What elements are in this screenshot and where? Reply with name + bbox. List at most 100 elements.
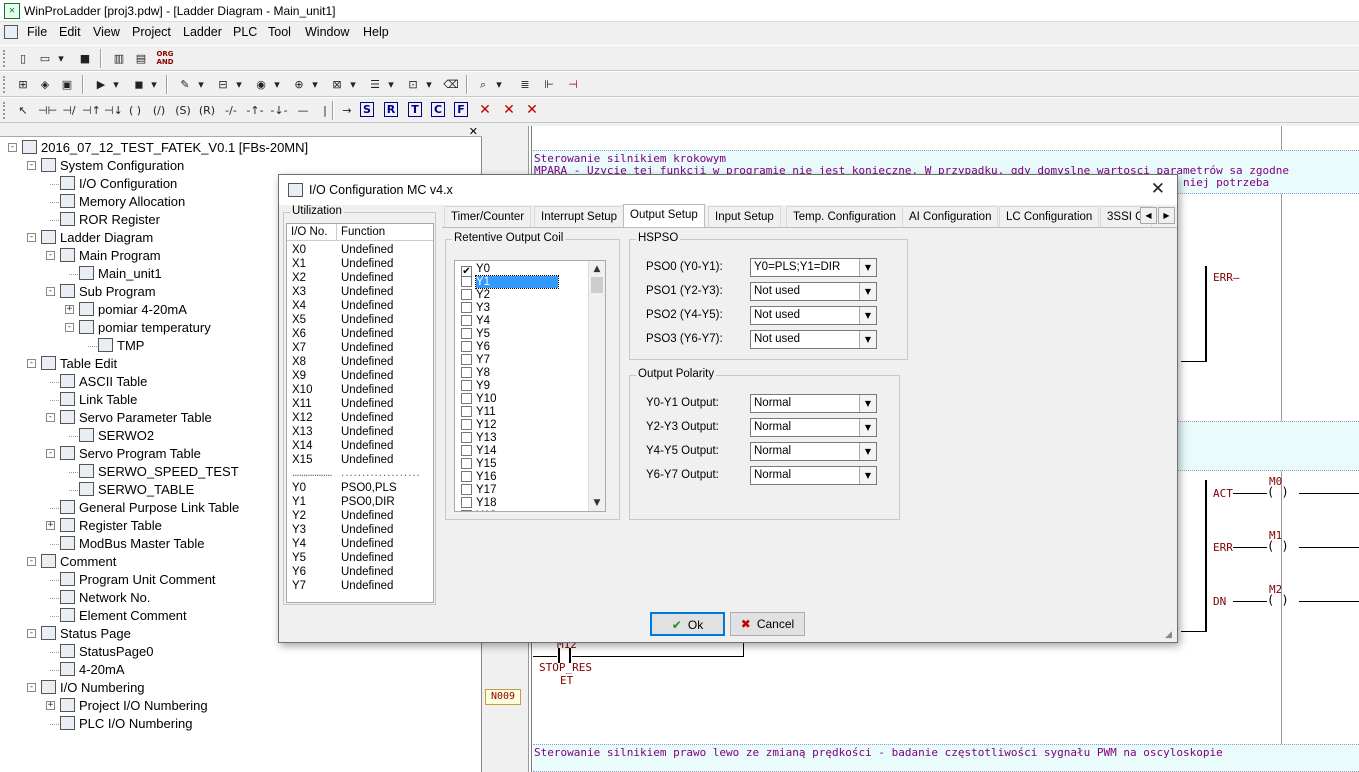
search-icon[interactable]: ⊕ bbox=[290, 76, 308, 93]
servo-tool-icon[interactable]: ◉ bbox=[252, 76, 270, 93]
coil-checkbox-item[interactable]: Y17 bbox=[461, 484, 496, 497]
column-header-function[interactable]: Function bbox=[337, 224, 433, 241]
new-file-icon[interactable]: ▯ bbox=[14, 50, 32, 67]
network-icon[interactable]: ⊩ bbox=[540, 76, 558, 93]
tree-node[interactable]: General Purpose Link Table bbox=[60, 499, 239, 517]
table-row[interactable]: Y6 Undefined bbox=[287, 565, 433, 579]
tree-node[interactable]: I/O Configuration bbox=[60, 175, 177, 193]
menu-tool[interactable]: Tool bbox=[268, 25, 291, 39]
tree-expander-icon[interactable]: - bbox=[46, 413, 55, 422]
tree-expander-icon[interactable]: - bbox=[27, 161, 36, 170]
negative-edge-icon[interactable]: -↓- bbox=[270, 102, 288, 119]
coil-checkbox-item[interactable]: Y5 bbox=[461, 328, 490, 341]
tree-node[interactable]: ROR Register bbox=[60, 211, 160, 229]
chevron-down-icon[interactable]: ▼ bbox=[859, 259, 876, 276]
tree-expander-icon[interactable]: - bbox=[65, 323, 74, 332]
tab-ai-configuration[interactable]: AI Configuration bbox=[902, 206, 999, 227]
ladder-help-icon[interactable]: ⊣ bbox=[564, 76, 582, 93]
tree-node[interactable]: Link Table bbox=[60, 391, 137, 409]
scroll-down-icon[interactable]: ▼ bbox=[589, 495, 605, 511]
tree-node[interactable]: Project I/O Numbering bbox=[60, 697, 208, 715]
contact-no-icon[interactable]: ⊣⊢ bbox=[38, 102, 57, 119]
table-row[interactable]: Y1 PSO0,DIR bbox=[287, 495, 433, 509]
coil-not-icon[interactable]: (/) bbox=[150, 102, 168, 119]
toolbar-grip[interactable] bbox=[3, 50, 6, 67]
tree-node[interactable]: 4-20mA bbox=[60, 661, 125, 679]
chevron-down-icon[interactable]: ▼ bbox=[859, 419, 876, 436]
print-icon[interactable]: ▣ bbox=[58, 76, 76, 93]
coil-checkbox-item[interactable]: Y1 bbox=[461, 275, 560, 289]
tab-output-setup[interactable]: Output Setup bbox=[623, 204, 705, 228]
c-block-icon[interactable]: C bbox=[431, 102, 445, 117]
r-block-icon[interactable]: R bbox=[384, 102, 398, 117]
tree-node[interactable]: TMP bbox=[98, 337, 144, 355]
coil-checkbox-item[interactable]: Y18 bbox=[461, 497, 496, 510]
checkbox[interactable] bbox=[461, 406, 472, 417]
tab-timer-counter[interactable]: Timer/Counter bbox=[444, 206, 532, 227]
page-view-icon[interactable]: ▤ bbox=[132, 50, 150, 67]
tree-expander-icon[interactable]: - bbox=[27, 683, 36, 692]
tree-node[interactable]: I/O Numbering bbox=[41, 679, 145, 697]
tree-expander-icon[interactable]: - bbox=[8, 143, 17, 152]
polarity-select[interactable]: Normal ▼ bbox=[750, 394, 877, 413]
tree-node[interactable]: Comment bbox=[41, 553, 116, 571]
coil-icon[interactable]: ( ) bbox=[126, 102, 144, 119]
contact-down-icon[interactable]: ⊣↓ bbox=[104, 102, 123, 119]
checkbox[interactable] bbox=[461, 458, 472, 469]
tree-node[interactable]: Servo Program Table bbox=[60, 445, 201, 463]
s-block-icon[interactable]: S bbox=[360, 102, 374, 117]
checkbox[interactable] bbox=[461, 367, 472, 378]
coil-checkbox-item[interactable]: Y14 bbox=[461, 445, 496, 458]
cancel-button[interactable]: ✖ Cancel bbox=[730, 612, 805, 636]
menu-view[interactable]: View bbox=[93, 25, 120, 39]
align-icon[interactable]: ≣ bbox=[516, 76, 534, 93]
chevron-down-icon[interactable]: ▼ bbox=[859, 443, 876, 460]
tab-interrupt-setup[interactable]: Interrupt Setup bbox=[534, 206, 625, 227]
checkbox[interactable] bbox=[461, 289, 472, 300]
coil-reset-icon[interactable]: (R) bbox=[198, 102, 216, 119]
checkbox[interactable] bbox=[461, 510, 472, 511]
tab-scroll-left-icon[interactable]: ◀ bbox=[1140, 207, 1157, 224]
table-row[interactable]: Y5 Undefined bbox=[287, 551, 433, 565]
table-dropdown-icon[interactable]: ▾ bbox=[234, 76, 244, 93]
checkbox[interactable] bbox=[461, 341, 472, 352]
tree-expander-icon[interactable]: + bbox=[46, 701, 55, 710]
hspso-select[interactable]: Not used ▼ bbox=[750, 330, 877, 349]
table-row[interactable]: Y2 Undefined bbox=[287, 509, 433, 523]
coil-checkbox-item[interactable]: Y3 bbox=[461, 302, 490, 315]
menu-window[interactable]: Window bbox=[305, 25, 349, 39]
ok-button[interactable]: ✔ Ok bbox=[650, 612, 725, 636]
link-tool-icon[interactable]: ⊠ bbox=[328, 76, 346, 93]
t-block-icon[interactable]: T bbox=[408, 102, 422, 117]
coil-checkbox-item[interactable]: Y8 bbox=[461, 367, 490, 380]
tree-expander-icon[interactable]: + bbox=[46, 521, 55, 530]
servo-dropdown-icon[interactable]: ▾ bbox=[272, 76, 282, 93]
coil-checkbox-item[interactable]: Y4 bbox=[461, 315, 490, 328]
positive-edge-icon[interactable]: -↑- bbox=[246, 102, 264, 119]
coil-checkbox-item[interactable]: Y10 bbox=[461, 393, 496, 406]
coil-checkbox-item[interactable]: Y19 bbox=[461, 510, 496, 511]
menu-help[interactable]: Help bbox=[363, 25, 389, 39]
tree-node[interactable]: pomiar temperatury bbox=[79, 319, 211, 337]
retentive-coil-list[interactable]: ✔ Y0 Y1 Y2 Y3 Y4 Y5 Y6 Y7 Y8 Y9 Y10 Y11 Y12 Y13 Y14 Y15 Y… bbox=[454, 260, 606, 512]
table-row[interactable]: X14 Undefined bbox=[287, 439, 433, 453]
list-dropdown-icon[interactable]: ▾ bbox=[386, 76, 396, 93]
chevron-down-icon[interactable]: ▼ bbox=[859, 395, 876, 412]
tree-node[interactable]: pomiar 4-20mA bbox=[79, 301, 187, 319]
table-row[interactable]: X12 Undefined bbox=[287, 411, 433, 425]
tree-node[interactable]: ModBus Master Table bbox=[60, 535, 205, 553]
tree-node[interactable]: Servo Parameter Table bbox=[60, 409, 212, 427]
column-header-io-no[interactable]: I/O No. bbox=[287, 224, 337, 241]
table-row[interactable]: Y0 PSO0,PLS bbox=[287, 481, 433, 495]
hspso-select[interactable]: Not used ▼ bbox=[750, 282, 877, 301]
network-comment-box[interactable]: Sterowanie silnikiem prawo lewo ze zmian… bbox=[533, 744, 1359, 772]
run-icon[interactable]: ▶ bbox=[92, 76, 110, 93]
tab-scroll-right-icon[interactable]: ▶ bbox=[1158, 207, 1175, 224]
list-tool-icon[interactable]: ☰ bbox=[366, 76, 384, 93]
coil-checkbox-item[interactable]: Y9 bbox=[461, 380, 490, 393]
retentive-list-scrollbar[interactable]: ▲ ▼ bbox=[588, 261, 605, 511]
checkbox[interactable] bbox=[461, 471, 472, 482]
coil-checkbox-item[interactable]: Y16 bbox=[461, 471, 496, 484]
stop-icon[interactable]: ◼ bbox=[130, 76, 148, 93]
table-row[interactable]: Y7 Undefined bbox=[287, 579, 433, 593]
